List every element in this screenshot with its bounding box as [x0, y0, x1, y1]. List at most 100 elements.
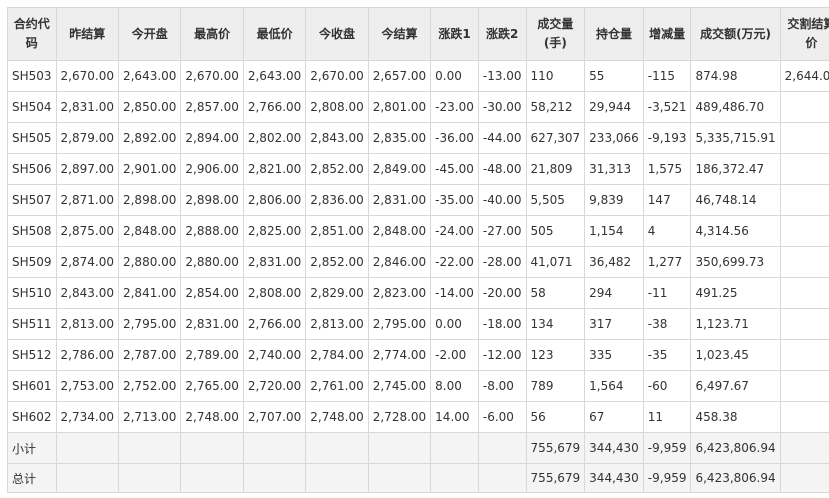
col-header-close: 今收盘	[305, 7, 369, 61]
table-cell: SH512	[7, 339, 57, 371]
table-row: SH503 2,670.00 2,643.00 2,670.00 2,643.00 2,6…	[7, 60, 829, 92]
table-cell: -11	[642, 277, 692, 309]
table-cell: -9,959	[642, 432, 692, 464]
table-cell	[117, 432, 182, 464]
table-cell: -45.00	[430, 153, 479, 185]
table-row: SH601 2,753.00 2,752.00 2,765.00 2,720.00 2,7…	[7, 370, 829, 402]
table-cell	[779, 91, 829, 123]
table-cell: 58	[525, 277, 586, 309]
table-cell: 5,505	[525, 184, 586, 216]
col-header-contract: 合约代码	[7, 7, 57, 61]
table-cell: 2,787.00	[117, 339, 182, 371]
table-cell: -36.00	[430, 122, 479, 154]
table-container: 合约代码 昨结算 今开盘 最高价 最低价 今收盘 今结算 涨跌1 涨跌2 成交量…	[7, 7, 829, 493]
col-header-change1: 涨跌1	[430, 7, 479, 61]
table-cell: 2,874.00	[55, 246, 119, 278]
table-cell: 2,892.00	[117, 122, 182, 154]
table-cell: 2,801.00	[367, 91, 432, 123]
table-cell: 2,643.00	[242, 60, 307, 92]
table-cell: 4,314.56	[690, 215, 781, 247]
table-cell: -24.00	[430, 215, 479, 247]
table-cell: 344,430	[584, 432, 644, 464]
table-row: SH509 2,874.00 2,880.00 2,880.00 2,831.00 2,8…	[7, 246, 829, 278]
table-cell: 55	[584, 60, 644, 92]
table-cell: 2,850.00	[117, 91, 182, 123]
table-cell: 总计	[7, 463, 57, 493]
table-cell: 2,657.00	[367, 60, 432, 92]
col-header-change2: 涨跌2	[477, 7, 527, 61]
table-cell: 2,825.00	[242, 215, 307, 247]
col-header-delivery-price: 交割结算价	[779, 7, 829, 61]
table-cell	[367, 432, 432, 464]
table-cell: 2,670.00	[180, 60, 244, 92]
table-cell: 2,888.00	[180, 215, 244, 247]
table-cell: 2,774.00	[367, 339, 432, 371]
table-cell: 2,748.00	[305, 401, 369, 433]
table-cell: 2,852.00	[305, 246, 369, 278]
table-cell: 755,679	[525, 463, 586, 493]
table-cell: 41,071	[525, 246, 586, 278]
table-cell: 2,670.00	[305, 60, 369, 92]
table-cell: 2,875.00	[55, 215, 119, 247]
table-cell: 147	[642, 184, 692, 216]
table-cell: 2,789.00	[180, 339, 244, 371]
table-row: SH602 2,734.00 2,713.00 2,748.00 2,707.00 2,7…	[7, 401, 829, 433]
table-cell: -8.00	[477, 370, 527, 402]
table-row: SH511 2,813.00 2,795.00 2,831.00 2,766.00 2,8…	[7, 308, 829, 340]
table-cell: SH508	[7, 215, 57, 247]
table-cell: 2,765.00	[180, 370, 244, 402]
header-row: 合约代码 昨结算 今开盘 最高价 最低价 今收盘 今结算 涨跌1 涨跌2 成交量…	[7, 7, 829, 61]
table-cell: 2,836.00	[305, 184, 369, 216]
table-row: SH505 2,879.00 2,892.00 2,894.00 2,802.00 2,8…	[7, 122, 829, 154]
table-cell: 2,670.00	[55, 60, 119, 92]
table-cell: 2,897.00	[55, 153, 119, 185]
table-cell: -40.00	[477, 184, 527, 216]
table-cell: 2,752.00	[117, 370, 182, 402]
table-row: SH508 2,875.00 2,848.00 2,888.00 2,825.00 2,8…	[7, 215, 829, 247]
table-cell: 1,023.45	[690, 339, 781, 371]
table-cell	[779, 463, 829, 493]
table-cell: 2,740.00	[242, 339, 307, 371]
table-cell: SH504	[7, 91, 57, 123]
table-cell: -2.00	[430, 339, 479, 371]
table-cell	[180, 432, 244, 464]
table-cell: 2,852.00	[305, 153, 369, 185]
table-cell: 2,848.00	[117, 215, 182, 247]
table-cell: 2,894.00	[180, 122, 244, 154]
table-cell	[779, 153, 829, 185]
table-cell: 14.00	[430, 401, 479, 433]
table-cell: 2,831.00	[55, 91, 119, 123]
table-cell	[779, 339, 829, 371]
table-cell: 344,430	[584, 463, 644, 493]
table-cell: 4	[642, 215, 692, 247]
table-cell: 233,066	[584, 122, 644, 154]
table-cell	[305, 432, 369, 464]
col-header-settle: 今结算	[367, 7, 432, 61]
table-cell: 2,643.00	[117, 60, 182, 92]
table-cell: 2,901.00	[117, 153, 182, 185]
table-cell: 2,766.00	[242, 308, 307, 340]
table-cell	[430, 432, 479, 464]
table-cell: 2,766.00	[242, 91, 307, 123]
table-cell	[117, 463, 182, 493]
table-cell: 67	[584, 401, 644, 433]
table-cell	[779, 246, 829, 278]
table-cell	[477, 432, 527, 464]
table-cell: SH506	[7, 153, 57, 185]
table-cell: 755,679	[525, 432, 586, 464]
table-cell: -9,193	[642, 122, 692, 154]
table-cell: 2,806.00	[242, 184, 307, 216]
table-cell: 2,720.00	[242, 370, 307, 402]
table-cell: -115	[642, 60, 692, 92]
table-cell: 9,839	[584, 184, 644, 216]
table-cell: 2,802.00	[242, 122, 307, 154]
table-cell	[779, 401, 829, 433]
table-cell: 110	[525, 60, 586, 92]
table-cell: 6,423,806.94	[690, 432, 781, 464]
table-cell: 2,854.00	[180, 277, 244, 309]
table-cell: 2,829.00	[305, 277, 369, 309]
table-cell: 2,795.00	[117, 308, 182, 340]
table-cell: 1,575	[642, 153, 692, 185]
table-cell: 317	[584, 308, 644, 340]
table-row: SH504 2,831.00 2,850.00 2,857.00 2,766.00 2,8…	[7, 91, 829, 123]
